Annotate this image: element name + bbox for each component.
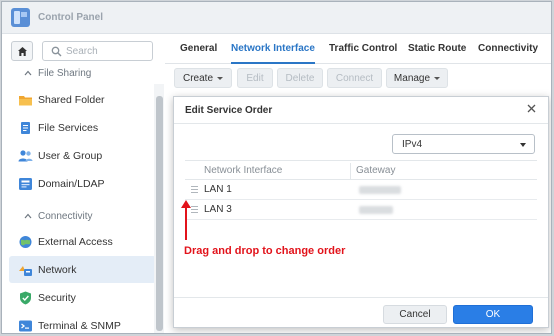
section-label: Connectivity <box>38 211 93 222</box>
sidebar-item-label: Network <box>38 264 77 276</box>
caret-down-icon <box>434 76 441 80</box>
annotation-arrow-up-icon <box>181 200 191 240</box>
grid-header: Network Interface Gateway <box>185 160 537 180</box>
sidebar-item-label: Domain/LDAP <box>38 178 105 190</box>
control-panel-window: Control Panel File Sharing Shared Folder… <box>1 1 552 334</box>
search-icon <box>51 46 62 57</box>
drag-drop-annotation: Drag and drop to change order <box>184 245 346 257</box>
dialog-title: Edit Service Order <box>185 105 273 116</box>
manage-button-label: Manage <box>393 73 431 84</box>
tab-connectivity[interactable]: Connectivity <box>478 43 538 54</box>
section-label: File Sharing <box>38 68 92 79</box>
sidebar-item-security[interactable]: Security <box>9 284 156 311</box>
close-icon <box>527 104 536 113</box>
chevron-up-icon <box>24 213 32 219</box>
sidebar-item-label: File Services <box>38 122 99 134</box>
tab-bar: General Network Interface Traffic Contro… <box>165 34 551 64</box>
title-bar: Control Panel <box>2 2 551 34</box>
search-input[interactable] <box>66 44 150 58</box>
file-services-icon <box>21 122 30 134</box>
sidebar-item-shared-folder[interactable]: Shared Folder <box>9 86 156 113</box>
sidebar-item-external-access[interactable]: External Access <box>9 228 156 255</box>
window-title: Control Panel <box>38 12 104 23</box>
search-field[interactable] <box>42 41 153 61</box>
globe-icon <box>19 236 32 248</box>
tab-static-route[interactable]: Static Route <box>408 43 466 54</box>
sidebar-item-domain-ldap[interactable]: Domain/LDAP <box>9 170 156 197</box>
drag-handle-icon[interactable] <box>191 186 198 193</box>
sidebar-item-label: Security <box>38 292 76 304</box>
caret-down-icon <box>217 76 223 80</box>
sidebar-item-label: Terminal & SNMP <box>38 320 121 332</box>
gateway-value-redacted <box>359 186 401 194</box>
chevron-up-icon <box>24 70 32 76</box>
delete-button-label: Delete <box>285 73 315 84</box>
sidebar-scrollbar-thumb[interactable] <box>156 96 163 331</box>
control-panel-icon <box>11 8 30 27</box>
edit-button-label: Edit <box>246 73 264 84</box>
table-row[interactable]: LAN 3 <box>185 200 537 220</box>
active-tab-indicator <box>231 62 315 64</box>
table-row[interactable]: LAN 1 <box>185 180 537 200</box>
home-button[interactable] <box>11 41 33 61</box>
connect-button-label: Connect <box>335 73 374 84</box>
protocol-select-value: IPv4 <box>402 139 423 150</box>
drag-handle-icon[interactable] <box>191 206 198 213</box>
edit-service-order-dialog: Edit Service Order IPv4 Network Interfac… <box>173 96 549 328</box>
domain-icon <box>19 178 32 190</box>
column-separator <box>350 163 351 179</box>
section-file-sharing[interactable]: File Sharing <box>2 63 154 85</box>
dialog-header-divider <box>174 123 548 124</box>
interface-name: LAN 1 <box>204 184 232 195</box>
sidebar-item-file-services[interactable]: File Services <box>9 114 156 141</box>
home-icon <box>18 47 27 56</box>
ok-button[interactable]: OK <box>453 305 533 324</box>
sidebar-item-terminal-snmp[interactable]: Terminal & SNMP <box>9 312 156 333</box>
edit-button[interactable]: Edit <box>237 68 273 88</box>
gateway-value-redacted <box>359 206 393 214</box>
sidebar-item-label: User & Group <box>38 150 103 162</box>
protocol-select[interactable]: IPv4 <box>392 134 535 154</box>
tab-general[interactable]: General <box>180 43 217 54</box>
sidebar: File Sharing Shared Folder File Services… <box>2 34 164 333</box>
sidebar-item-network[interactable]: Network <box>9 256 156 283</box>
shield-icon <box>20 291 31 305</box>
users-icon <box>18 150 33 162</box>
folder-icon <box>19 96 32 106</box>
create-button-label: Create <box>182 73 213 84</box>
dropdown-arrow-icon <box>520 143 526 147</box>
column-header-gateway[interactable]: Gateway <box>356 165 395 176</box>
column-header-interface[interactable]: Network Interface <box>204 165 282 176</box>
sidebar-item-user-group[interactable]: User & Group <box>9 142 156 169</box>
tab-traffic-control[interactable]: Traffic Control <box>329 43 397 54</box>
close-button[interactable] <box>525 102 539 116</box>
interface-name: LAN 3 <box>204 204 232 215</box>
delete-button[interactable]: Delete <box>277 68 323 88</box>
terminal-icon <box>19 320 32 332</box>
sidebar-item-label: External Access <box>38 236 113 248</box>
cancel-button[interactable]: Cancel <box>383 305 447 324</box>
tab-network-interface[interactable]: Network Interface <box>231 43 315 54</box>
network-icon <box>19 266 32 276</box>
create-button[interactable]: Create <box>174 68 232 88</box>
dialog-footer-divider <box>174 297 548 298</box>
manage-button[interactable]: Manage <box>386 68 448 88</box>
section-connectivity[interactable]: Connectivity <box>2 206 154 228</box>
connect-button[interactable]: Connect <box>327 68 382 88</box>
sidebar-item-label: Shared Folder <box>38 94 105 106</box>
